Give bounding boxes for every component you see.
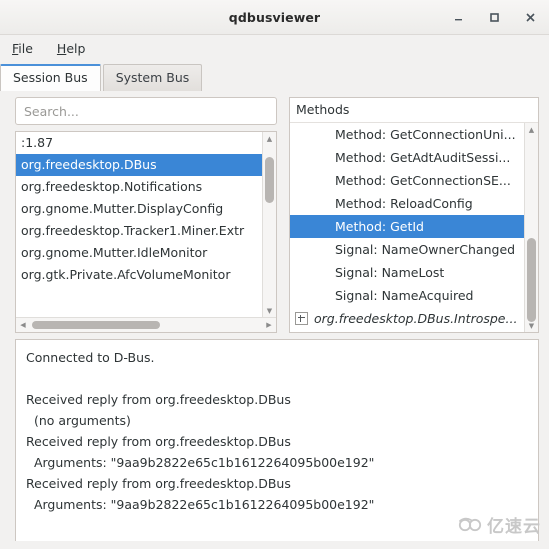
- minimize-icon: [454, 18, 462, 20]
- services-list-body: :1.87 org.freedesktop.DBus org.freedeskt…: [16, 132, 276, 317]
- scroll-down-icon[interactable]: ▼: [267, 304, 272, 317]
- scroll-left-icon[interactable]: ◀: [16, 321, 30, 329]
- tree-item[interactable]: Signal: NameOwnerChanged: [290, 238, 524, 261]
- window-controls: [447, 0, 541, 34]
- qdbusviewer-window: qdbusviewer File Help Session Bus System…: [0, 0, 549, 549]
- services-list[interactable]: :1.87 org.freedesktop.DBus org.freedeskt…: [16, 132, 262, 317]
- scroll-up-icon[interactable]: ▲: [267, 132, 272, 145]
- tree-item-interface[interactable]: org.freedesktop.DBus.Introspe...: [290, 307, 524, 330]
- scroll-right-icon[interactable]: ▶: [262, 321, 276, 329]
- list-item[interactable]: :1.87: [16, 132, 262, 154]
- list-item[interactable]: org.gnome.Mutter.DisplayConfig: [16, 198, 262, 220]
- maximize-button[interactable]: [483, 6, 505, 28]
- log-line: (no arguments): [26, 413, 131, 428]
- tab-system-bus[interactable]: System Bus: [102, 64, 203, 91]
- log-wrap: Connected to D-Bus. Received reply from …: [0, 333, 549, 549]
- tree-item[interactable]: Method: GetConnectionUni...: [290, 123, 524, 146]
- list-item[interactable]: org.freedesktop.Tracker1.Miner.Extr: [16, 220, 262, 242]
- tree-item[interactable]: Method: GetAdtAuditSessi...: [290, 146, 524, 169]
- log-line: Received reply from org.freedesktop.DBus: [26, 434, 291, 449]
- services-vertical-scrollbar[interactable]: ▲ ▼: [262, 132, 276, 317]
- menu-file[interactable]: File: [10, 40, 35, 57]
- services-pane: :1.87 org.freedesktop.DBus org.freedeskt…: [15, 97, 277, 333]
- methods-vertical-scrollbar[interactable]: ▲ ▼: [524, 123, 538, 332]
- bus-tabbar: Session Bus System Bus: [0, 62, 549, 91]
- menu-help[interactable]: Help: [55, 40, 88, 57]
- log-line: Arguments: "9aa9b2822e65c1b1612264095b00…: [26, 497, 375, 512]
- minimize-button[interactable]: [447, 6, 469, 28]
- methods-tree-body: Method: GetConnectionUni... Method: GetA…: [290, 123, 538, 332]
- hscroll-track[interactable]: [30, 318, 262, 332]
- vscroll-thumb[interactable]: [265, 157, 274, 203]
- log-line: Received reply from org.freedesktop.DBus: [26, 392, 291, 407]
- tree-item[interactable]: Method: ReloadConfig: [290, 192, 524, 215]
- search-box[interactable]: [15, 97, 277, 125]
- titlebar: qdbusviewer: [0, 0, 549, 35]
- tree-item[interactable]: Method: GetConnectionSE...: [290, 169, 524, 192]
- tree-item[interactable]: Signal: NameLost: [290, 261, 524, 284]
- maximize-icon: [489, 12, 499, 22]
- services-list-frame: :1.87 org.freedesktop.DBus org.freedeskt…: [15, 131, 277, 333]
- window-title: qdbusviewer: [228, 9, 321, 25]
- list-item[interactable]: org.gnome.Mutter.IdleMonitor: [16, 242, 262, 264]
- methods-header: Methods: [290, 98, 538, 123]
- tab-session-bus[interactable]: Session Bus: [0, 64, 101, 91]
- list-item[interactable]: org.freedesktop.Notifications: [16, 176, 262, 198]
- tree-item[interactable]: Signal: NameAcquired: [290, 284, 524, 307]
- vscroll-track[interactable]: [263, 145, 276, 304]
- vscroll-thumb[interactable]: [527, 238, 536, 322]
- vscroll-track[interactable]: [525, 136, 538, 322]
- log-line: Received reply from org.freedesktop.DBus: [26, 476, 291, 491]
- expand-plus-icon[interactable]: [295, 312, 308, 325]
- services-horizontal-scrollbar[interactable]: ◀ ▶: [16, 317, 276, 332]
- methods-pane: Methods Method: GetConnectionUni... Meth…: [289, 97, 539, 333]
- log-line: Arguments: "9aa9b2822e65c1b1612264095b00…: [26, 455, 375, 470]
- main-content: :1.87 org.freedesktop.DBus org.freedeskt…: [0, 90, 549, 549]
- scroll-up-icon[interactable]: ▲: [529, 123, 534, 136]
- close-button[interactable]: [519, 6, 541, 28]
- log-line: Connected to D-Bus.: [26, 350, 155, 365]
- tree-item[interactable]: Method: GetId: [290, 215, 524, 238]
- tree-item-label: org.freedesktop.DBus.Introspe...: [314, 311, 518, 326]
- panes: :1.87 org.freedesktop.DBus org.freedeskt…: [0, 90, 549, 333]
- close-icon: [525, 12, 535, 22]
- list-item[interactable]: org.freedesktop.DBus: [16, 154, 262, 176]
- methods-tree[interactable]: Method: GetConnectionUni... Method: GetA…: [290, 123, 524, 332]
- list-item[interactable]: org.gtk.Private.AfcVolumeMonitor: [16, 264, 262, 286]
- hscroll-thumb[interactable]: [32, 321, 160, 329]
- menubar: File Help: [0, 35, 549, 62]
- search-input[interactable]: [24, 103, 268, 119]
- log-output[interactable]: Connected to D-Bus. Received reply from …: [15, 339, 539, 541]
